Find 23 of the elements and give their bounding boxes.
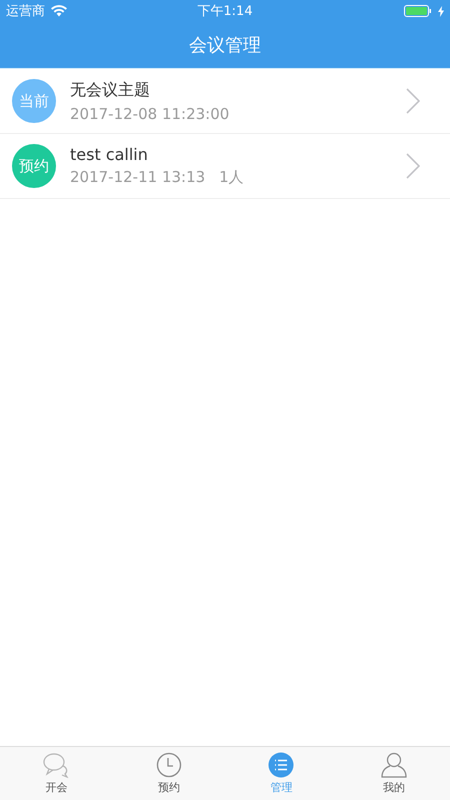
person-icon xyxy=(380,752,407,778)
meeting-time: 2017-12-11 13:13 xyxy=(70,168,206,187)
list-icon xyxy=(268,752,294,778)
carrier-name: 运营商 xyxy=(6,3,45,20)
meeting-time: 2017-12-08 11:23:00 xyxy=(70,104,230,122)
meeting-title: 无会议主题 xyxy=(70,80,151,100)
meeting-row[interactable]: 当前 无会议主题 2017-12-08 11:23:00 xyxy=(0,69,450,134)
tab[interactable]: 预约 xyxy=(112,747,225,800)
tab[interactable]: 开会 xyxy=(0,747,112,800)
battery-icon xyxy=(404,5,432,17)
chat-icon xyxy=(43,752,70,778)
chevron-icon xyxy=(406,88,420,114)
meeting-row[interactable]: 预约 test callin 2017-12-11 13:13 1人 xyxy=(0,134,450,199)
clock-icon xyxy=(156,752,182,778)
chevron-icon xyxy=(406,153,420,179)
status-badge: 预约 xyxy=(12,144,56,188)
participant-count: 1人 xyxy=(219,168,244,187)
status-time: 下午1:14 xyxy=(197,3,253,20)
meeting-title: test callin xyxy=(70,145,149,164)
wifi-icon xyxy=(51,5,67,17)
tab[interactable]: 我的 xyxy=(338,747,450,800)
page-title: 会议管理 xyxy=(189,34,261,57)
status-badge: 当前 xyxy=(12,79,56,123)
